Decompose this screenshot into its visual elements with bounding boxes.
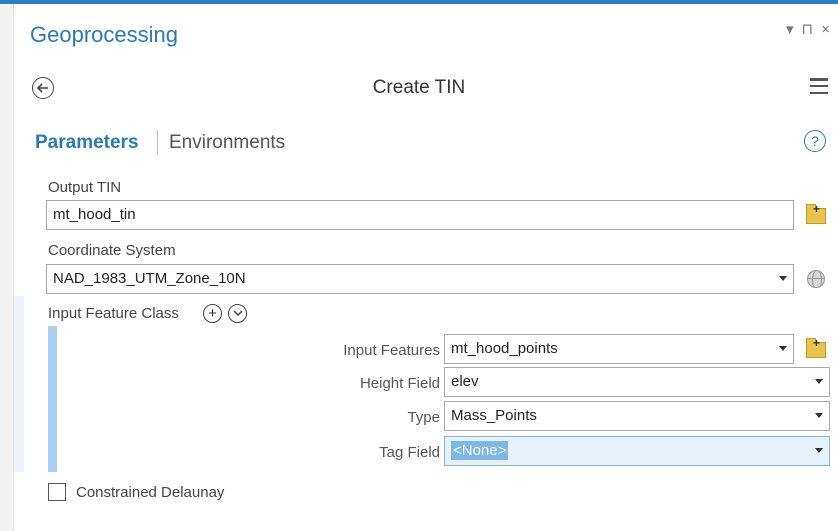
input-features-label: Input Features bbox=[343, 342, 440, 359]
coordinate-system-value: NAD_1983_UTM_Zone_10N bbox=[53, 270, 246, 287]
type-value: Mass_Points bbox=[451, 407, 537, 424]
chevron-down-icon bbox=[815, 379, 823, 384]
chevron-down-icon bbox=[779, 276, 787, 281]
input-feature-class-label: Input Feature Class bbox=[48, 305, 179, 322]
chevron-down-icon bbox=[815, 448, 823, 453]
globe-icon[interactable] bbox=[807, 270, 825, 288]
tab-separator bbox=[157, 130, 158, 154]
constrained-delaunay-label: Constrained Delaunay bbox=[76, 484, 225, 501]
constrained-delaunay-checkbox[interactable] bbox=[48, 483, 66, 501]
help-icon[interactable]: ? bbox=[804, 130, 826, 152]
input-features-select[interactable]: mt_hood_points bbox=[444, 334, 794, 364]
height-field-value: elev bbox=[451, 373, 479, 390]
output-tin-label: Output TIN bbox=[48, 179, 122, 196]
top-accent-bar bbox=[0, 0, 838, 4]
chevron-down-icon bbox=[815, 413, 823, 418]
tag-field-value: <None> bbox=[451, 441, 509, 460]
tag-field-label: Tag Field bbox=[379, 444, 440, 461]
type-label: Type bbox=[407, 409, 440, 426]
group-background-strip bbox=[14, 296, 24, 472]
tool-title: Create TIN bbox=[372, 77, 466, 98]
expand-collapse-icon[interactable] bbox=[228, 304, 247, 323]
value-table-bar bbox=[48, 326, 57, 472]
window-controls: ▾ ⊓ × bbox=[786, 20, 830, 39]
pane-options-dropdown[interactable]: ▾ bbox=[786, 20, 794, 38]
height-field-select[interactable]: elev bbox=[444, 367, 830, 397]
hamburger-menu-icon[interactable] bbox=[810, 78, 828, 94]
tab-environments[interactable]: Environments bbox=[169, 132, 285, 154]
auto-hide-pin-icon[interactable]: ⊓ bbox=[802, 20, 814, 38]
tag-field-select[interactable]: <None> bbox=[444, 436, 830, 466]
output-tin-input[interactable]: mt_hood_tin bbox=[46, 200, 794, 230]
browse-folder-icon[interactable]: + bbox=[806, 337, 826, 358]
add-row-icon[interactable]: + bbox=[203, 304, 222, 323]
chevron-down-icon bbox=[232, 310, 243, 317]
coordinate-system-select[interactable]: NAD_1983_UTM_Zone_10N bbox=[46, 264, 794, 294]
chevron-down-icon bbox=[779, 346, 787, 351]
output-tin-value: mt_hood_tin bbox=[53, 206, 136, 223]
close-pane-button[interactable]: × bbox=[821, 21, 830, 38]
input-features-value: mt_hood_points bbox=[451, 340, 558, 357]
pane-title: Geoprocessing bbox=[30, 22, 178, 47]
browse-folder-icon[interactable]: + bbox=[806, 203, 826, 224]
coordinate-system-label: Coordinate System bbox=[48, 242, 176, 259]
height-field-label: Height Field bbox=[359, 375, 440, 392]
type-select[interactable]: Mass_Points bbox=[444, 401, 830, 431]
tab-parameters[interactable]: Parameters bbox=[35, 132, 139, 154]
